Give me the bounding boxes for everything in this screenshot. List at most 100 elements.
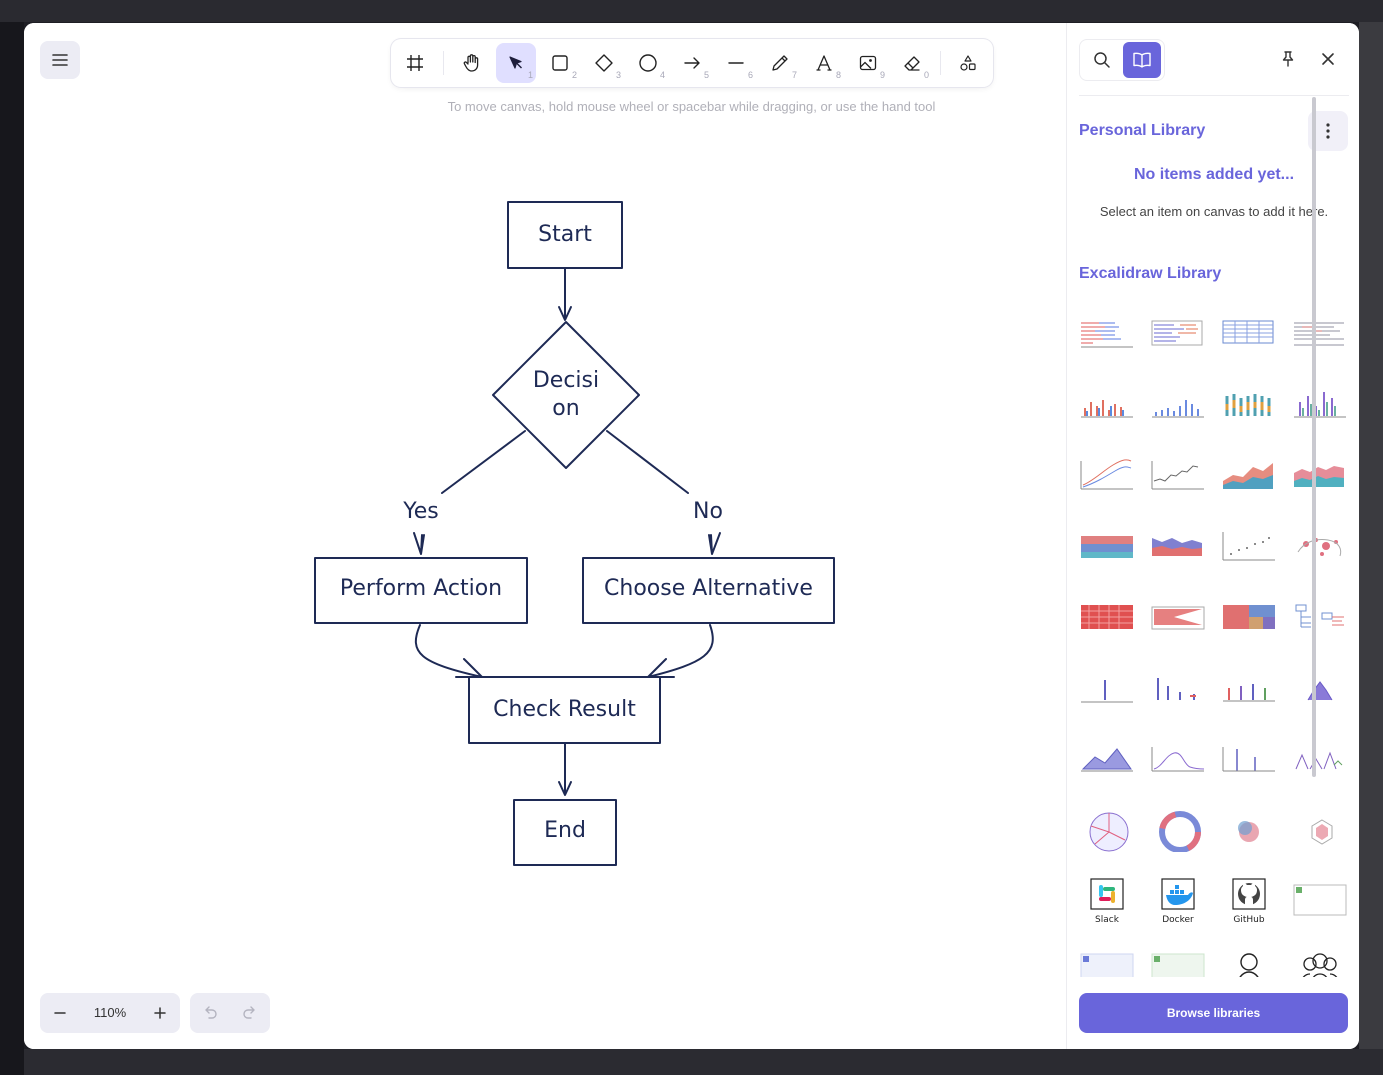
sidebar-divider (1079, 95, 1349, 96)
library-item[interactable] (1079, 735, 1135, 781)
scatter-thumbnail (1222, 532, 1275, 561)
area-chart-thumbnail (1081, 536, 1133, 558)
library-item[interactable] (1150, 451, 1206, 497)
area-chart-thumbnail (1223, 463, 1273, 489)
library-item-github[interactable]: GitHub (1221, 877, 1277, 925)
line-chart-thumbnail (1080, 459, 1133, 490)
undo-button[interactable] (190, 993, 230, 1033)
library-item[interactable] (1150, 806, 1206, 853)
library-item[interactable] (1079, 593, 1135, 639)
minus-icon (54, 1012, 66, 1014)
close-icon (1322, 53, 1334, 65)
table-thumbnail (1222, 320, 1274, 344)
library-item[interactable] (1221, 451, 1277, 497)
library-item[interactable] (1150, 380, 1206, 426)
excalidraw-window: 1 2 3 4 5 6 7 8 9 0 To move canvas, hold… (24, 23, 1359, 1049)
library-item[interactable] (1292, 806, 1348, 852)
library-item[interactable] (1150, 948, 1206, 977)
library-item[interactable] (1292, 735, 1348, 781)
sidebar-scrollbar[interactable] (1312, 97, 1316, 777)
drawing-canvas[interactable]: 1 2 3 4 5 6 7 8 9 0 To move canvas, hold… (24, 23, 1066, 1049)
bar-chart-thumbnail (1294, 392, 1346, 418)
zoom-reset-button[interactable]: 110% (80, 993, 140, 1033)
library-item[interactable] (1292, 522, 1348, 568)
library-item-caption: GitHub (1233, 915, 1265, 925)
public-subnet-thumbnail (1151, 953, 1205, 977)
library-item[interactable] (1292, 948, 1348, 977)
org-chart-thumbnail (1295, 604, 1344, 628)
library-item[interactable] (1292, 380, 1348, 426)
box-plot-thumbnail (1081, 680, 1133, 703)
background-app-left (0, 22, 24, 1075)
mountain-chart-thumbnail (1081, 748, 1133, 772)
zoom-out-button[interactable] (40, 993, 80, 1033)
library-item[interactable] (1221, 735, 1277, 781)
library-item[interactable] (1150, 522, 1206, 568)
library-item[interactable] (1079, 806, 1135, 852)
library-item[interactable] (1079, 664, 1135, 710)
lollipop-thumbnail (1222, 747, 1275, 772)
library-item[interactable] (1221, 522, 1277, 568)
library-item[interactable] (1150, 735, 1206, 781)
table-thumbnail (1294, 322, 1344, 346)
library-item[interactable] (1221, 380, 1277, 426)
choose-label: Choose Alternative (604, 576, 813, 601)
bubble-thumbnail (1238, 821, 1259, 842)
background-app-bottom (24, 1049, 1383, 1075)
table-thumbnail (1081, 322, 1133, 348)
library-item-slack[interactable]: Slack (1079, 877, 1135, 925)
redo-button[interactable] (230, 993, 270, 1033)
table-thumbnail (1151, 320, 1203, 346)
arrow-no-line (606, 430, 689, 494)
redo-icon (243, 1006, 255, 1019)
no-label: No (693, 499, 723, 524)
library-item[interactable] (1221, 309, 1277, 355)
library-item[interactable] (1221, 664, 1277, 710)
library-item[interactable] (1079, 309, 1135, 355)
library-tab[interactable] (1123, 42, 1161, 78)
perform-label: Perform Action (339, 576, 503, 601)
library-item[interactable] (1292, 451, 1348, 497)
library-item[interactable] (1079, 522, 1135, 568)
library-item[interactable] (1079, 380, 1135, 426)
library-item[interactable] (1079, 451, 1135, 497)
library-item[interactable] (1221, 593, 1277, 639)
pin-sidebar-button[interactable] (1270, 41, 1306, 77)
excalidraw-library-heading: Excalidraw Library (1079, 265, 1222, 282)
density-thumbnail (1151, 747, 1205, 772)
map-thumbnail (1297, 538, 1342, 557)
search-icon (1094, 52, 1110, 68)
histogram-thumbnail (1307, 681, 1333, 701)
library-item[interactable] (1292, 309, 1348, 355)
library-item[interactable] (1079, 948, 1135, 977)
pin-icon (1282, 51, 1294, 67)
browse-libraries-button[interactable]: Browse libraries (1079, 993, 1348, 1033)
donut-chart-thumbnail (1159, 811, 1201, 853)
library-item[interactable] (1150, 593, 1206, 639)
zoom-in-button[interactable] (140, 993, 180, 1033)
line-chart-thumbnail (1151, 461, 1204, 490)
library-item[interactable] (1221, 948, 1277, 977)
close-sidebar-button[interactable] (1310, 41, 1346, 77)
flowchart (314, 201, 835, 866)
library-item[interactable] (1150, 309, 1206, 355)
arrow-start-decision (558, 267, 572, 321)
library-item[interactable] (1292, 664, 1348, 710)
arrow-check-end (558, 742, 572, 796)
start-label: Start (538, 222, 592, 247)
library-item[interactable] (1221, 806, 1277, 852)
users-group-icon (1302, 953, 1338, 977)
violin-thumbnail (1223, 684, 1275, 702)
search-tab[interactable] (1083, 42, 1121, 78)
arrow-no-head (708, 532, 721, 555)
pie-chart-thumbnail (1089, 812, 1129, 852)
area-chart-thumbnail (1294, 466, 1344, 487)
more-vertical-icon (1326, 123, 1330, 139)
library-item[interactable] (1150, 664, 1206, 710)
library-item[interactable] (1292, 877, 1348, 923)
personal-library-heading: Personal Library (1079, 122, 1206, 139)
library-item[interactable] (1292, 593, 1348, 639)
decision-label-line2: on (552, 396, 580, 421)
library-item-docker[interactable]: Docker (1150, 877, 1206, 925)
user-icon (1239, 953, 1259, 977)
